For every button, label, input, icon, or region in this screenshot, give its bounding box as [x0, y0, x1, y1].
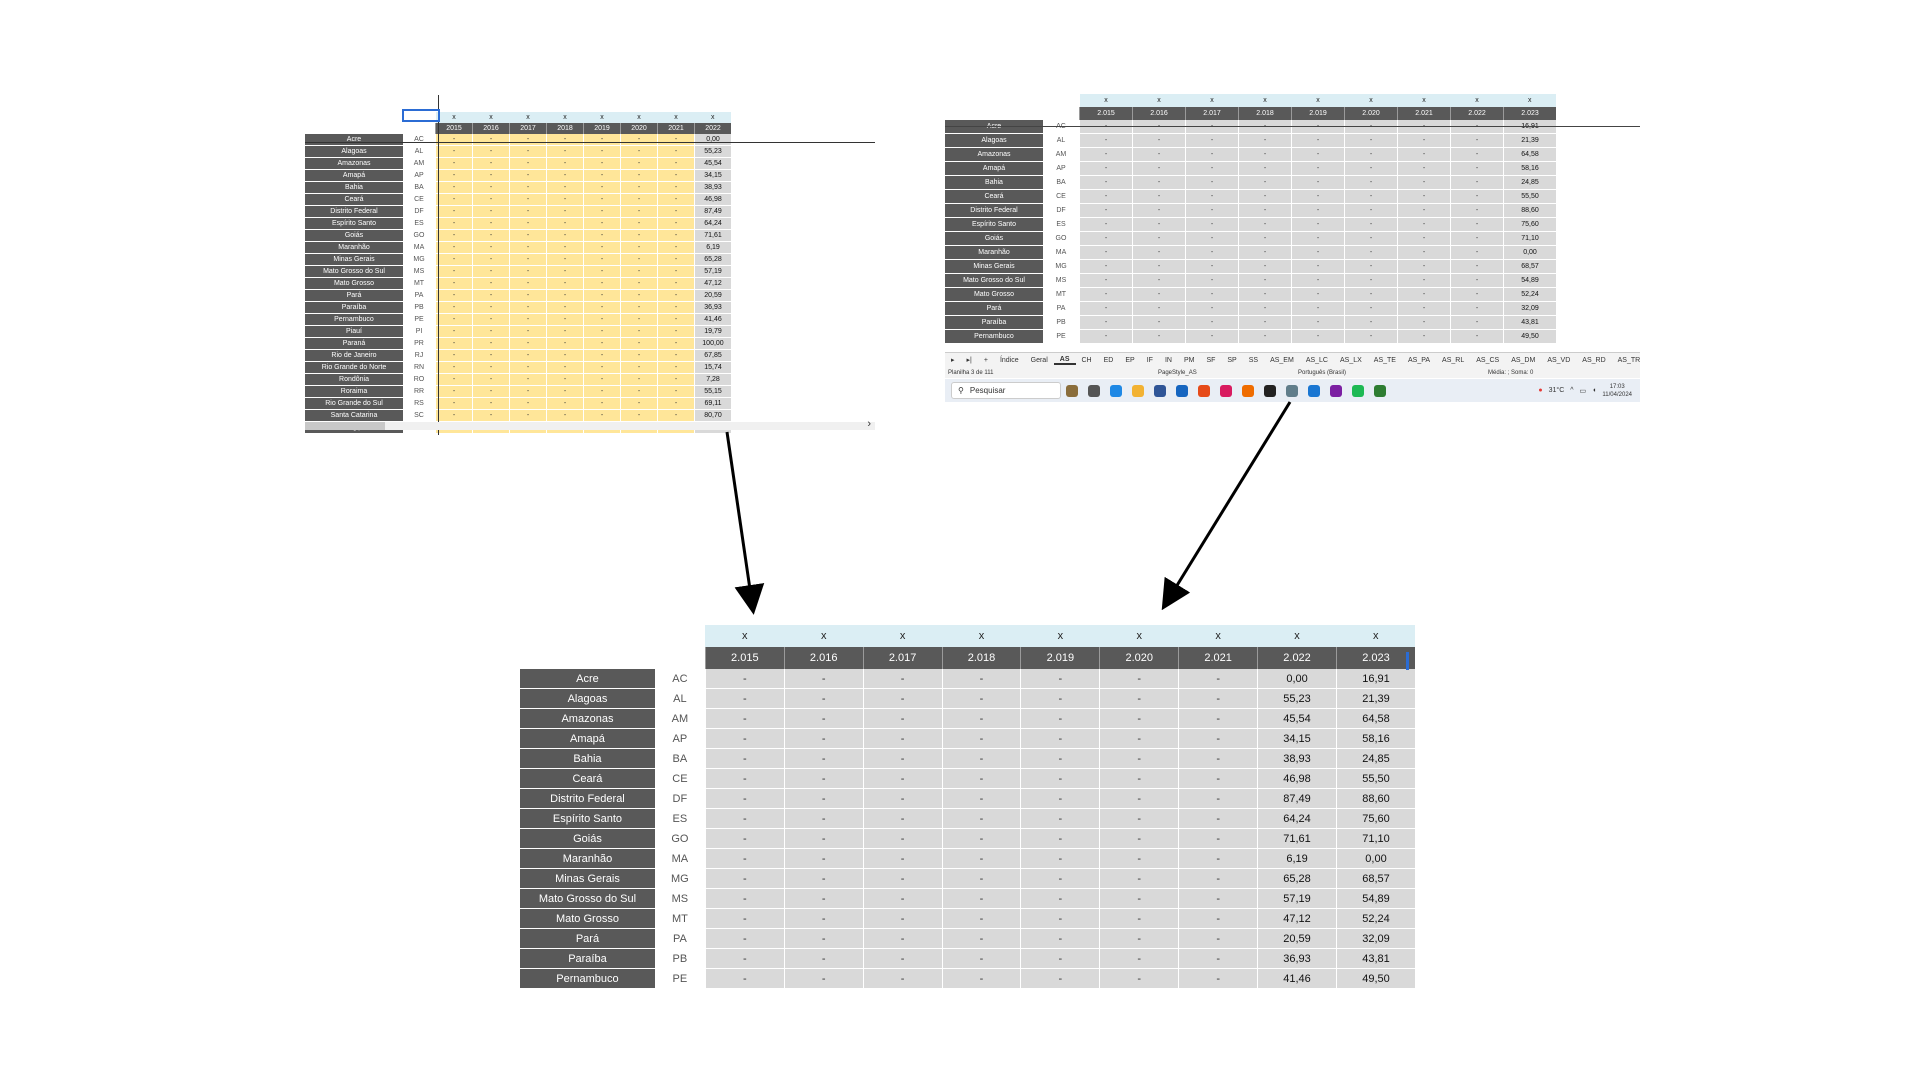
arrows-overlay	[725, 401, 1292, 615]
arrow-left	[725, 431, 765, 615]
arrow-right	[1161, 401, 1292, 611]
